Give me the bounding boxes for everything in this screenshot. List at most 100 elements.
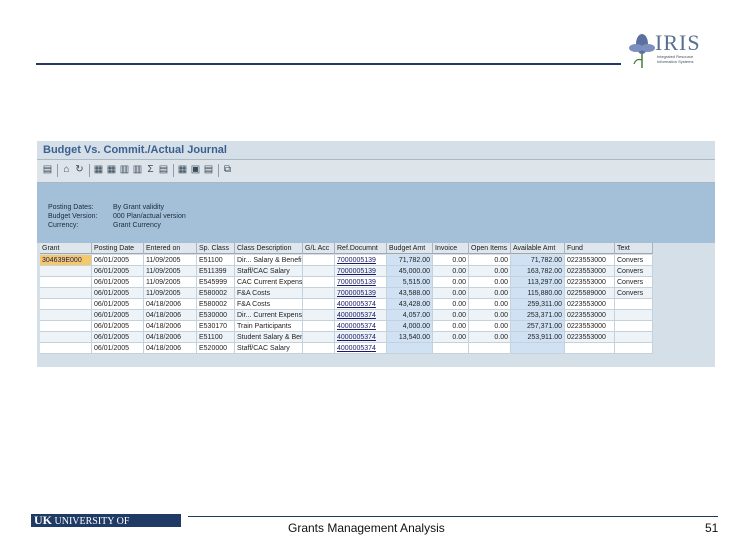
column-header[interactable]: G/L Acc [303,243,335,254]
table-cell: 06/01/2005 [92,266,144,277]
page-number: 51 [705,521,719,535]
column-header[interactable]: Open Items [469,243,511,254]
details-icon[interactable]: ▦ [93,164,104,175]
column-header[interactable]: Invoice [433,243,469,254]
table-cell: 06/01/2005 [92,321,144,332]
table-cell [40,343,92,354]
table-cell: 0223553000 [565,299,615,310]
table-cell [387,343,433,354]
table-cell[interactable]: 4000005374 [335,299,387,310]
column-header[interactable]: Class Description [235,243,303,254]
table-cell: 43,588.00 [387,288,433,299]
table-cell: 0.00 [469,310,511,321]
table-cell [615,299,653,310]
column-header[interactable]: Entered on [144,243,197,254]
table-cell: 4,057.00 [387,310,433,321]
logo-subtitle: Integrated Resource Information Systems [657,54,694,64]
refresh-icon[interactable]: ↻ [74,164,85,175]
column-header[interactable]: Grant [40,243,92,254]
column-header[interactable]: Available Amt [511,243,565,254]
column-header[interactable]: Ref.Documnt [335,243,387,254]
table-cell: 0.00 [433,266,469,277]
table-cell [303,255,335,266]
table-cell: Convers [615,277,653,288]
table-cell: 304639E000 [40,255,92,266]
table-cell [40,310,92,321]
table-cell: 0.00 [433,255,469,266]
table-cell: 0.00 [433,332,469,343]
table-cell: 253,911.00 [511,332,565,343]
table-cell: 253,371.00 [511,310,565,321]
table-cell [303,288,335,299]
table-cell: Train Participants [235,321,303,332]
table-cell: 04/18/2006 [144,299,197,310]
table-cell: 04/18/2006 [144,310,197,321]
table-cell: E580002 [197,299,235,310]
table-cell: 11/09/2005 [144,288,197,299]
table-cell: 43,428.00 [387,299,433,310]
table-cell: 115,880.00 [511,288,565,299]
table-cell[interactable]: 7000005139 [335,277,387,288]
table-cell[interactable]: 4000005374 [335,332,387,343]
save-icon[interactable]: ⌂ [61,164,72,175]
table-cell: 13,540.00 [387,332,433,343]
table-cell[interactable]: 4000005374 [335,321,387,332]
column-header[interactable]: Sp. Class [197,243,235,254]
table-cell [40,277,92,288]
table-cell: Convers [615,288,653,299]
table-cell: 71,782.00 [387,255,433,266]
table-cell: 0.00 [469,266,511,277]
change-layout-icon[interactable]: ▣ [190,164,201,175]
currency-label: Currency: [48,222,79,229]
table-cell: E545999 [197,277,235,288]
table-cell: 0.00 [469,299,511,310]
table-cell[interactable]: 7000005139 [335,266,387,277]
table-cell: 04/18/2006 [144,332,197,343]
table-cell[interactable]: 4000005374 [335,343,387,354]
column-header[interactable]: Text [615,243,653,254]
table-cell [615,321,653,332]
table-cell [303,277,335,288]
table-cell: 0225589000 [565,288,615,299]
export-icon[interactable]: ▤ [158,164,169,175]
column-header[interactable]: Fund [565,243,615,254]
print-icon[interactable]: ▤ [42,164,53,175]
uk-logo: UK UNIVERSITY OF KENTUCKY [31,514,181,540]
layout-icon[interactable]: ▦ [177,164,188,175]
footer-rule [228,516,718,517]
filter-icon[interactable]: ▦ [106,164,117,175]
table-cell: 04/18/2006 [144,321,197,332]
table-cell: 0.00 [469,255,511,266]
table-cell [40,299,92,310]
sum-icon[interactable]: Σ [145,164,156,175]
table-cell: 113,297.00 [511,277,565,288]
report-title: Budget Vs. Commit./Actual Journal [43,144,227,156]
table-cell [469,343,511,354]
table-cell [303,266,335,277]
table-cell: F&A Costs [235,288,303,299]
table-cell: Student Salary & Benefits [235,332,303,343]
table-cell: 0223553000 [565,321,615,332]
sort-descending-icon[interactable]: ▥ [132,164,143,175]
table-cell [615,332,653,343]
table-cell [511,343,565,354]
copy-icon[interactable]: ⧉ [222,164,233,175]
table-cell [40,332,92,343]
currency-value: Grant Currency [113,222,161,229]
table-cell: 04/18/2006 [144,343,197,354]
top-rule [36,63,621,65]
table-cell: 71,782.00 [511,255,565,266]
table-cell: 0223553000 [565,332,615,343]
table-cell[interactable]: 7000005139 [335,288,387,299]
table-cell[interactable]: 7000005139 [335,255,387,266]
column-header[interactable]: Posting Date [92,243,144,254]
sort-ascending-icon[interactable]: ▥ [119,164,130,175]
table-cell[interactable]: 4000005374 [335,310,387,321]
table-cell [303,332,335,343]
table-cell: E511399 [197,266,235,277]
graphic-icon[interactable]: ▤ [203,164,214,175]
table-cell: 0.00 [433,288,469,299]
table-cell: 0.00 [469,332,511,343]
journal-grid: Grant Posting Date Entered on Sp. Class Clas… [40,243,715,367]
column-header[interactable]: Budget Amt [387,243,433,254]
